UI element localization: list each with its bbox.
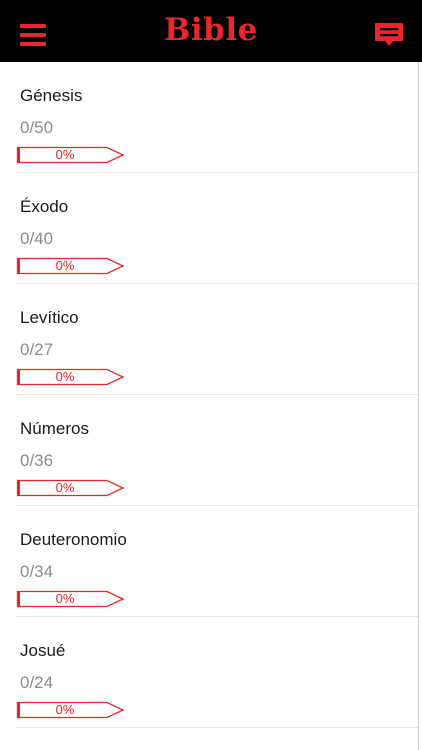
book-item[interactable]: Números 0/36 0%	[0, 395, 418, 506]
chat-bubble-icon[interactable]	[374, 22, 404, 50]
app-title: Bible	[164, 12, 258, 48]
chapter-count: 0/40	[20, 229, 54, 248]
chapter-count: 0/36	[20, 451, 54, 470]
progress-bar: 0%	[16, 701, 126, 719]
book-list: Génesis 0/50 0% Éxodo 0/40 0% Levítico 0…	[0, 62, 418, 728]
progress-label: 0%	[55, 147, 75, 162]
book-name: Éxodo	[20, 197, 69, 216]
top-bar: Bible	[0, 0, 422, 62]
chapter-count: 0/34	[20, 562, 54, 581]
progress-label: 0%	[55, 480, 75, 495]
book-name: Deuteronomio	[20, 530, 127, 549]
progress-bar: 0%	[16, 368, 126, 386]
progress-label: 0%	[55, 591, 75, 606]
book-name: Levítico	[20, 308, 79, 327]
progress-bar: 0%	[16, 146, 126, 164]
book-name: Génesis	[20, 86, 83, 105]
book-item[interactable]: Deuteronomio 0/34 0%	[0, 506, 418, 617]
book-item[interactable]: Levítico 0/27 0%	[0, 284, 418, 395]
chapter-count: 0/50	[20, 118, 54, 137]
book-item[interactable]: Génesis 0/50 0%	[0, 62, 418, 173]
progress-bar: 0%	[16, 479, 126, 497]
progress-bar: 0%	[16, 257, 126, 275]
book-name: Josué	[20, 641, 66, 660]
progress-label: 0%	[55, 702, 75, 717]
progress-bar: 0%	[16, 590, 126, 608]
chapter-count: 0/24	[20, 673, 54, 692]
progress-label: 0%	[55, 258, 75, 273]
book-item[interactable]: Éxodo 0/40 0%	[0, 173, 418, 284]
progress-label: 0%	[55, 369, 75, 384]
scroll-edge	[418, 62, 419, 750]
chapter-count: 0/27	[20, 340, 54, 359]
book-name: Números	[20, 419, 89, 438]
divider	[16, 727, 418, 728]
book-item[interactable]: Josué 0/24 0%	[0, 617, 418, 728]
